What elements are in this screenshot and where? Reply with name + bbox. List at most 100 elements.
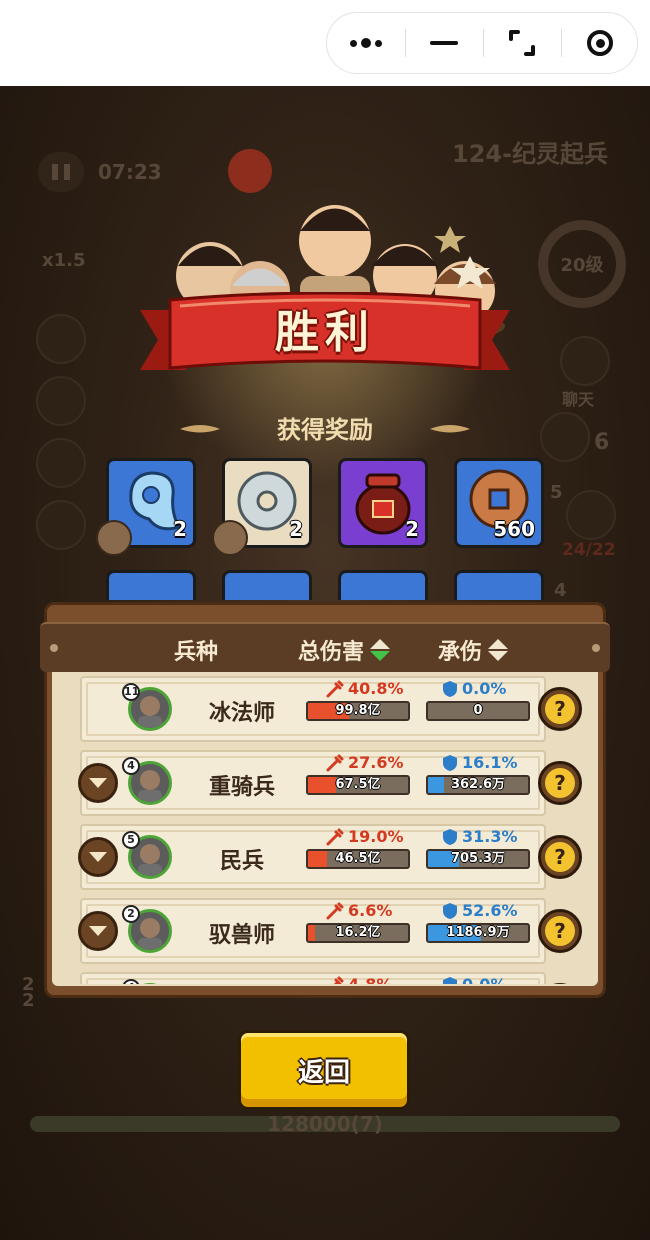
taken-percent-text: 0.0% xyxy=(462,679,507,698)
unit-level-badge: 2 xyxy=(122,905,140,923)
shield-icon xyxy=(443,902,457,919)
chevron-down-icon xyxy=(89,778,107,788)
reward-count: 2 xyxy=(405,517,419,541)
more-button[interactable] xyxy=(327,13,405,73)
unit-stats-list[interactable]: 11 冰法师 40.8% 0.0% 99.8亿 0? 4 重骑兵 27.6% 16.1% 67.5亿… xyxy=(56,672,594,984)
unit-info-button[interactable]: ? xyxy=(538,687,582,731)
unit-name: 冰法师 xyxy=(208,701,275,726)
damage-bar: 46.5亿 xyxy=(306,849,410,869)
reward-count: 560 xyxy=(493,517,535,541)
sword-icon xyxy=(326,754,344,771)
expand-button[interactable] xyxy=(78,911,118,951)
sword-icon xyxy=(326,828,344,845)
unit-level-badge: 4 xyxy=(122,757,140,775)
taken-value: 1186.9万 xyxy=(446,925,510,940)
damage-percent-text: 27.6% xyxy=(348,753,404,772)
target-close-icon xyxy=(587,30,613,56)
rewards-title: 获得奖励 xyxy=(277,416,373,444)
taken-percent-text: 52.6% xyxy=(462,901,518,920)
damage-percent: 6.6% xyxy=(326,901,392,920)
damage-value: 46.5亿 xyxy=(335,851,381,866)
sword-icon xyxy=(326,680,344,697)
damage-bar: 99.8亿 xyxy=(306,701,410,721)
reward-item[interactable] xyxy=(454,570,544,600)
header-unit: 兵种 xyxy=(174,634,218,666)
reward-item-wine-jar[interactable]: 2 xyxy=(338,458,428,548)
question-icon: ? xyxy=(545,916,575,946)
reward-count: 2 xyxy=(173,517,187,541)
fullscreen-icon xyxy=(509,30,535,56)
taken-bar: 0 xyxy=(426,701,530,721)
unit-level-badge: 5 xyxy=(122,831,140,849)
header-taken-label: 承伤 xyxy=(438,640,483,665)
taken-percent: 31.3% xyxy=(442,827,518,846)
close-button[interactable] xyxy=(561,13,639,73)
shield-icon xyxy=(443,680,457,697)
taken-percent: 16.1% xyxy=(442,753,518,772)
rarity-badge-icon xyxy=(96,520,132,556)
shield-icon xyxy=(443,976,457,984)
victory-title: 胜利 xyxy=(275,307,375,358)
taken-percent-text: 31.3% xyxy=(462,827,518,846)
unit-name: 民兵 xyxy=(219,849,264,874)
taken-percent: 0.0% xyxy=(442,679,506,698)
ornament-right-icon xyxy=(430,425,470,433)
unit-info-button[interactable]: ? xyxy=(538,909,582,953)
damage-percent: 4.8% xyxy=(326,975,392,984)
sword-icon xyxy=(333,976,344,984)
taken-bar: 1186.9万 xyxy=(426,923,530,943)
chevron-down-icon xyxy=(89,852,107,862)
damage-value: 67.5亿 xyxy=(335,777,381,792)
damage-percent-text: 40.8% xyxy=(348,679,404,698)
reward-item[interactable] xyxy=(106,570,196,600)
shield-icon xyxy=(443,828,457,845)
header-unit-label: 兵种 xyxy=(174,640,219,665)
damage-percent-text: 6.6% xyxy=(348,901,393,920)
return-button[interactable]: 返回 xyxy=(238,1030,410,1110)
reward-item[interactable] xyxy=(222,570,312,600)
unit-info-button[interactable]: ? xyxy=(538,761,582,805)
stats-header: 兵种 总伤害 承伤 xyxy=(40,622,610,672)
question-icon: ? xyxy=(545,842,575,872)
taken-percent-text: 0.0% xyxy=(462,975,506,984)
taken-percent: 52.6% xyxy=(442,901,518,920)
damage-percent: 19.0% xyxy=(326,827,404,846)
damage-bar: 16.2亿 xyxy=(306,923,410,943)
damage-percent-text: 4.8% xyxy=(348,975,392,984)
expand-button[interactable] xyxy=(78,837,118,877)
reward-item[interactable] xyxy=(338,570,428,600)
shield-icon xyxy=(443,754,457,771)
sort-arrows-icon xyxy=(488,639,509,661)
sword-icon xyxy=(326,902,344,919)
question-icon: ? xyxy=(545,694,575,724)
minimize-icon xyxy=(430,41,458,45)
taken-bar: 362.6万 xyxy=(426,775,530,795)
damage-value: 99.8亿 xyxy=(335,703,381,718)
sort-damage-button[interactable]: 总伤害 xyxy=(298,634,391,666)
damage-value: 16.2亿 xyxy=(335,925,381,940)
taken-percent-text: 16.1% xyxy=(462,753,518,772)
game-screen: 07:23 124-纪灵起兵 x1.5 20级 聊天 6 5 24/22 4 2… xyxy=(0,86,650,1240)
chevron-down-icon xyxy=(89,926,107,936)
unit-name: 驭兽师 xyxy=(208,923,275,948)
unit-info-button[interactable]: ? xyxy=(538,835,582,879)
taken-value: 705.3万 xyxy=(450,851,506,866)
system-top-bar xyxy=(0,0,650,86)
damage-bar: 67.5亿 xyxy=(306,775,410,795)
damage-percent: 27.6% xyxy=(326,753,404,772)
question-icon: ? xyxy=(545,768,575,798)
reward-count: 2 xyxy=(289,517,303,541)
damage-percent-text: 19.0% xyxy=(348,827,404,846)
fullscreen-button[interactable] xyxy=(483,13,561,73)
sort-taken-button[interactable]: 承伤 xyxy=(438,634,509,666)
header-damage-label: 总伤害 xyxy=(298,640,365,665)
unit-name: 重骑兵 xyxy=(208,775,275,800)
expand-button[interactable] xyxy=(78,763,118,803)
sort-arrows-icon xyxy=(370,639,391,661)
damage-percent: 40.8% xyxy=(326,679,404,698)
reward-item-copper-coin[interactable]: 560 xyxy=(454,458,544,548)
minimize-button[interactable] xyxy=(405,13,483,73)
rarity-badge-icon xyxy=(212,520,248,556)
more-dots-icon xyxy=(350,38,382,48)
unit-level-badge: 11 xyxy=(122,683,140,701)
